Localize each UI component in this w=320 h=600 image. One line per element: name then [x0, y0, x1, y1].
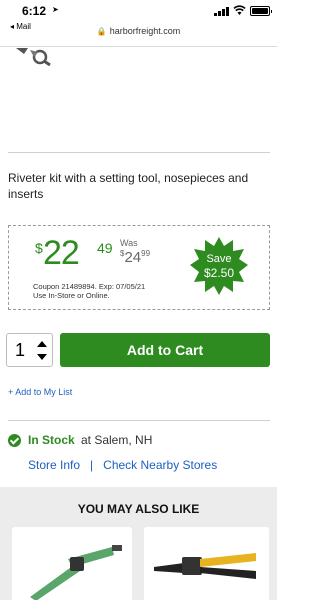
status-bar: 6:12 ➤ [0, 0, 277, 22]
save-badge: Save $2.50 [189, 236, 249, 296]
quantity-value: 1 [15, 340, 26, 360]
was-label: Was [120, 238, 138, 248]
save-amount: $2.50 [203, 266, 235, 280]
coupon-code-line: Coupon 21489894. Exp: 07/05/21 [33, 282, 146, 291]
section-divider [8, 420, 270, 421]
price-whole: 22 [43, 234, 80, 272]
url-bar-divider [0, 46, 277, 47]
location-arrow-icon: ➤ [52, 5, 59, 14]
in-stock-label: In Stock [28, 433, 75, 447]
url-domain: harborfreight.com [109, 26, 181, 36]
add-to-cart-button[interactable]: Add to Cart [60, 333, 270, 367]
add-to-list-link[interactable]: + Add to My List [8, 387, 72, 397]
store-info-link[interactable]: Store Info [28, 458, 80, 472]
riveter-product-icon [30, 545, 122, 600]
coupon-usage-line: Use In-Store or Online. [33, 291, 110, 300]
increment-arrow-icon[interactable] [37, 341, 47, 347]
cellular-signal-icon [214, 7, 229, 16]
recommendation-card[interactable] [12, 527, 132, 600]
quantity-stepper[interactable]: 1 [6, 333, 53, 367]
was-price-cents: 99 [141, 249, 151, 258]
status-time: 6:12 [22, 4, 47, 18]
coupon-details: Coupon 21489894. Exp: 07/05/21 Use In-St… [33, 282, 145, 300]
store-links: Store Info | Check Nearby Stores [28, 458, 217, 472]
riveter-product-icon [154, 553, 256, 579]
recommendations-title: YOU MAY ALSO LIKE [77, 502, 200, 516]
lock-icon: 🔒 [96, 27, 107, 36]
save-label: Save [206, 253, 232, 265]
recommendation-card[interactable] [144, 527, 269, 600]
check-nearby-stores-link[interactable]: Check Nearby Stores [103, 458, 217, 472]
link-separator: | [90, 458, 94, 472]
recommendations-section: YOU MAY ALSO LIKE [0, 487, 277, 600]
price-cents: 49 [97, 240, 113, 256]
stock-status: In Stock at Salem, NH [8, 433, 270, 449]
battery-icon [250, 6, 272, 16]
product-thumbnail-icon [16, 48, 51, 66]
was-price: $2499 [120, 249, 150, 267]
section-divider [8, 152, 270, 153]
decrement-arrow-icon[interactable] [37, 354, 47, 360]
wifi-icon [233, 5, 246, 15]
url-bar[interactable]: 🔒 harborfreight.com [0, 26, 277, 44]
price-dollar-sign: $ [35, 240, 43, 256]
store-location: at Salem, NH [81, 433, 153, 447]
was-price-whole: 24 [124, 249, 142, 266]
product-description: Riveter kit with a setting tool, nosepie… [8, 171, 249, 201]
checkmark-icon [8, 434, 21, 447]
coupon-box: $ 22 49 Was $2499 Coupon 21489894. Exp: … [8, 225, 270, 310]
